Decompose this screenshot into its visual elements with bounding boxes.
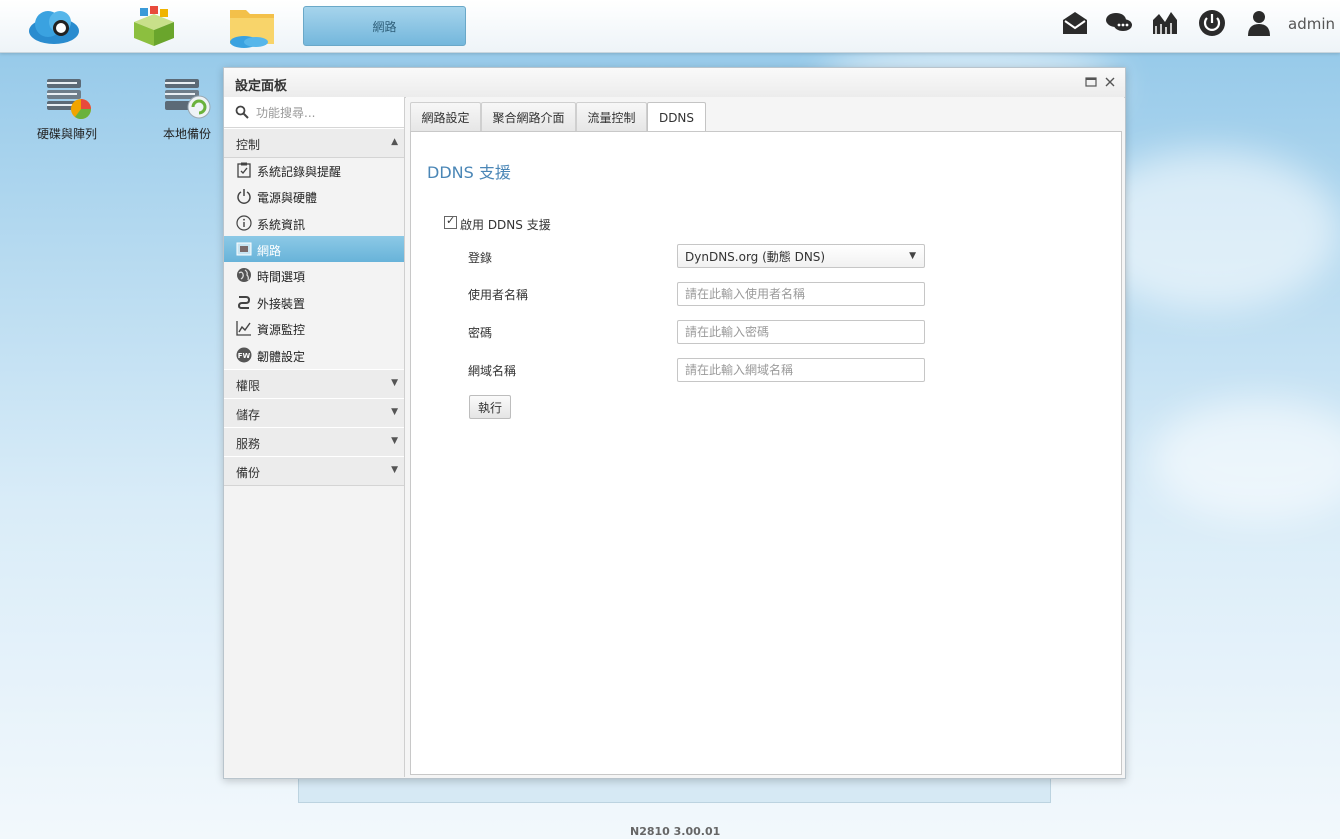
chevron-down-icon: ▼ — [391, 465, 398, 475]
user-name[interactable]: admin — [1288, 15, 1335, 33]
firmware-icon: FW — [236, 347, 252, 363]
monitor-icon[interactable] — [1150, 8, 1180, 38]
section-header-services[interactable]: 服務 ▼ — [224, 427, 404, 457]
sidebar-item-power-hardware[interactable]: 電源與硬體 — [224, 183, 404, 209]
line-chart-icon — [236, 320, 252, 336]
section-label: 權限 — [236, 379, 261, 393]
section-label: 控制 — [236, 138, 261, 152]
section-header-control[interactable]: 控制 ▲ — [224, 128, 404, 158]
close-icon[interactable] — [1103, 75, 1117, 89]
ddns-provider-select[interactable]: DynDNS.org (動態 DNS) ▼ — [677, 244, 925, 268]
search-icon — [235, 105, 249, 122]
clipboard-check-icon — [236, 162, 252, 178]
dropdown-arrow-icon: ▼ — [909, 251, 916, 261]
version-text: N2810 3.00.01 — [630, 825, 721, 838]
panel-title: DDNS 支援 — [427, 163, 511, 182]
sidebar-search — [224, 97, 404, 128]
sidebar-item-system-logs[interactable]: 系統記錄與提醒 — [224, 157, 404, 183]
sidebar-item-system-info[interactable]: 系統資訊 — [224, 210, 404, 236]
file-manager-icon[interactable] — [226, 4, 282, 48]
power-icon — [236, 188, 252, 204]
section-label: 服務 — [236, 437, 261, 451]
chevron-down-icon: ▼ — [391, 378, 398, 388]
sidebar-item-network[interactable]: 網路 — [224, 236, 404, 262]
desktop-icon-disks-raid[interactable]: 硬碟與陣列 — [27, 75, 107, 142]
username-label: 使用者名稱 — [468, 288, 529, 302]
sidebar-item-label: 外接裝置 — [257, 297, 306, 311]
window-titlebar[interactable]: 設定面板 — [224, 68, 1125, 98]
search-input[interactable] — [254, 103, 398, 123]
tab-label: DDNS — [658, 110, 695, 125]
run-button[interactable]: 執行 — [469, 395, 512, 419]
chat-icon[interactable] — [1104, 8, 1134, 38]
window-title: 設定面板 — [235, 79, 288, 94]
tab-label: 網路設定 — [421, 110, 470, 125]
register-label: 登錄 — [468, 251, 493, 265]
globe-icon — [236, 267, 252, 283]
tab-ddns[interactable]: DDNS — [647, 102, 706, 132]
sidebar-item-time[interactable]: 時間選項 — [224, 262, 404, 288]
disk-array-icon — [47, 79, 91, 119]
maximize-icon[interactable] — [1084, 75, 1098, 89]
settings-window: 設定面板 控制 ▲ 系統記錄與提醒 電源與硬體 系統資訊 — [223, 67, 1126, 779]
info-icon — [236, 215, 252, 231]
section-header-backup[interactable]: 備份 ▼ — [224, 456, 404, 486]
content-area: 網路設定 聚合網路介面 流量控制 DDNS DDNS 支援 ✓ 啟用 DDNS … — [406, 97, 1124, 777]
ddns-panel: DDNS 支援 ✓ 啟用 DDNS 支援 登錄 DynDNS.org (動態 D… — [410, 131, 1122, 775]
chevron-down-icon: ▼ — [391, 436, 398, 446]
cloud-app-icon[interactable] — [26, 4, 82, 48]
section-header-storage[interactable]: 儲存 ▼ — [224, 398, 404, 428]
tab-link-aggregation[interactable]: 聚合網路介面 — [481, 102, 576, 131]
password-input[interactable] — [677, 320, 925, 344]
desktop-icon-local-backup[interactable]: 本地備份 — [147, 75, 227, 142]
section-label: 儲存 — [236, 408, 261, 422]
sidebar-item-label: 電源與硬體 — [257, 191, 318, 205]
section-label: 備份 — [236, 466, 261, 480]
tab-traffic-control[interactable]: 流量控制 — [576, 102, 647, 131]
top-taskbar: 網路 admin — [0, 0, 1340, 53]
desktop-icon-label: 本地備份 — [162, 127, 211, 141]
tab-label: 聚合網路介面 — [492, 110, 565, 125]
checkmark-icon: ✓ — [446, 214, 456, 227]
domain-input[interactable] — [677, 358, 925, 382]
checkbox-box[interactable]: ✓ — [444, 214, 457, 229]
sidebar-item-resource-monitor[interactable]: 資源監控 — [224, 315, 404, 341]
sidebar-item-label: 韌體設定 — [257, 350, 306, 364]
ddns-provider-value: DynDNS.org (動態 DNS) — [685, 249, 826, 264]
chevron-down-icon: ▼ — [391, 407, 398, 417]
domain-label: 網域名稱 — [468, 364, 517, 378]
backup-icon — [165, 79, 211, 119]
running-task-network[interactable]: 網路 — [303, 6, 466, 46]
power-icon[interactable] — [1197, 8, 1227, 38]
username-input[interactable] — [677, 282, 925, 306]
sidebar-item-firmware[interactable]: FW 韌體設定 — [224, 342, 404, 368]
enable-ddns-label: 啟用 DDNS 支援 — [460, 218, 551, 232]
sidebar-item-label: 系統資訊 — [257, 218, 306, 232]
desktop-icon-label: 硬碟與陣列 — [36, 127, 97, 141]
user-icon[interactable] — [1244, 8, 1274, 38]
sidebar-item-external-devices[interactable]: 外接裝置 — [224, 289, 404, 315]
section-header-permissions[interactable]: 權限 ▼ — [224, 369, 404, 399]
mail-icon[interactable] — [1060, 8, 1090, 38]
sidebar-item-label: 網路 — [257, 244, 282, 258]
network-port-icon — [236, 241, 252, 257]
sidebar-item-label: 時間選項 — [257, 270, 306, 284]
svg-text:FW: FW — [238, 352, 251, 360]
background-cloud — [1150, 400, 1340, 520]
app-store-icon[interactable] — [126, 4, 182, 48]
running-task-label: 網路 — [372, 19, 397, 34]
usb-cable-icon — [236, 294, 252, 310]
sidebar-item-label: 系統記錄與提醒 — [257, 165, 342, 179]
chevron-up-icon: ▲ — [391, 137, 398, 147]
password-label: 密碼 — [468, 326, 493, 340]
tab-label: 流量控制 — [587, 110, 636, 125]
sidebar: 控制 ▲ 系統記錄與提醒 電源與硬體 系統資訊 網路 時間選項 外接裝置 — [224, 97, 405, 777]
tab-network-settings[interactable]: 網路設定 — [410, 102, 481, 131]
sidebar-item-label: 資源監控 — [257, 323, 306, 337]
